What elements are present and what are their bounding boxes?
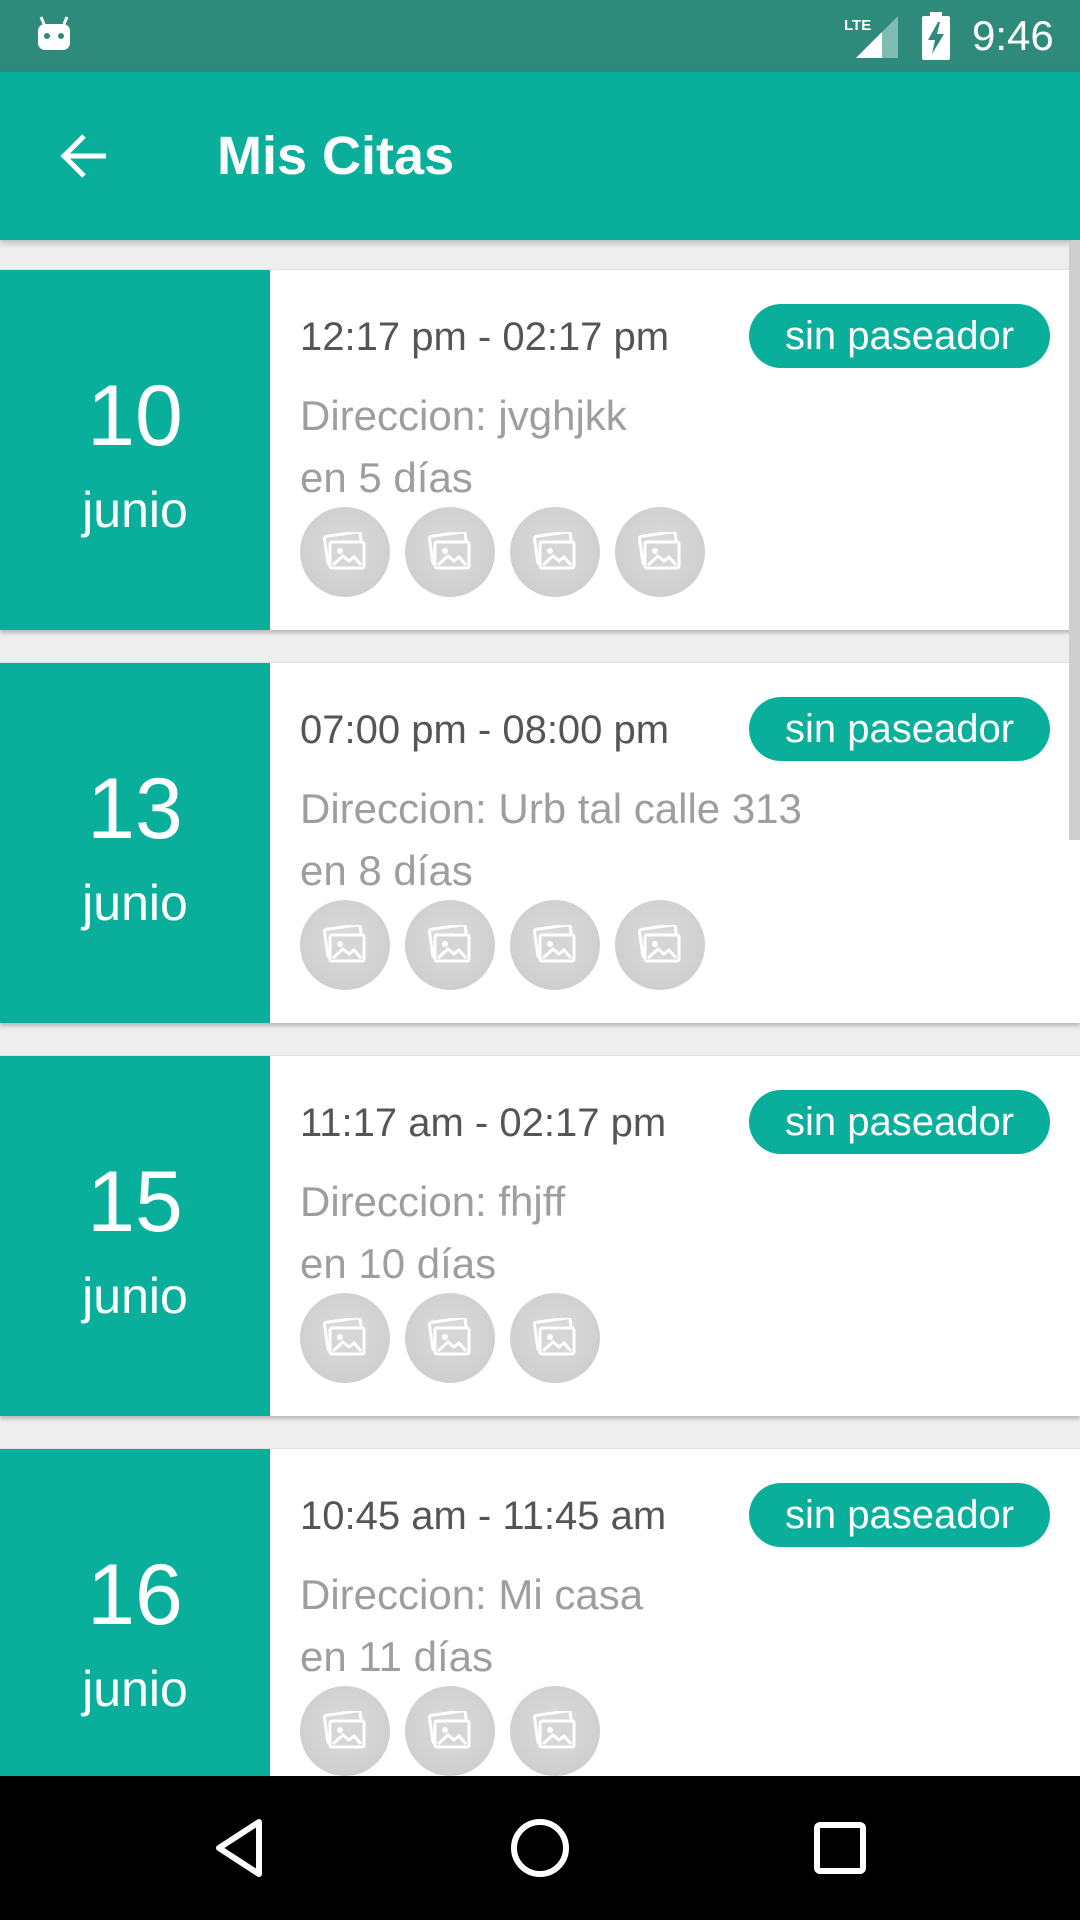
image-placeholder-icon [532,532,576,570]
photo-placeholder[interactable] [300,1686,390,1776]
status-bar: LTE 9:46 [0,0,1080,72]
status-badge[interactable]: sin paseador [749,304,1050,368]
image-placeholder-icon [532,1711,576,1749]
appointment-card[interactable]: 16 junio 10:45 am - 11:45 am sin paseado… [0,1448,1080,1776]
photo-placeholder[interactable] [405,1293,495,1383]
back-triangle-icon[interactable] [205,1812,277,1884]
image-placeholder-icon [532,1318,576,1356]
image-placeholder-icon [427,1711,471,1749]
back-button[interactable] [40,112,128,200]
date-block: 13 junio [0,663,270,1023]
photo-row [300,900,720,990]
home-circle-icon[interactable] [504,1812,576,1884]
photo-placeholder[interactable] [405,507,495,597]
appointment-day: 10 [87,368,183,464]
image-placeholder-icon [637,532,681,570]
status-badge[interactable]: sin paseador [749,1483,1050,1547]
days-remaining: en 10 días [300,1240,497,1287]
appointment-card[interactable]: 13 junio 07:00 pm - 08:00 pm sin paseado… [0,662,1080,1023]
photo-placeholder[interactable] [615,507,705,597]
status-time: 9:46 [972,12,1054,59]
lte-signal-icon: LTE [844,16,898,58]
page-title: Mis Citas [217,126,455,186]
photo-placeholder[interactable] [300,900,390,990]
status-badge[interactable]: sin paseador [749,697,1050,761]
appointment-month: junio [82,1661,188,1717]
appointment-day: 16 [87,1547,183,1643]
appointment-address: Direccion: Mi casa [300,1571,644,1618]
appointment-list[interactable]: 10 junio 12:17 pm - 02:17 pm sin paseado… [0,240,1080,1776]
appointment-time: 10:45 am - 11:45 am [300,1494,667,1538]
image-placeholder-icon [427,925,471,963]
status-badge[interactable]: sin paseador [749,1090,1050,1154]
appointment-month: junio [82,1268,188,1324]
photo-placeholder[interactable] [510,507,600,597]
photo-row [300,1686,615,1776]
appointment-time: 11:17 am - 02:17 pm [300,1101,667,1145]
appointment-day: 15 [87,1154,183,1250]
recents-square-icon[interactable] [804,1812,876,1884]
battery-charging-icon [922,12,950,60]
photo-placeholder[interactable] [405,1686,495,1776]
image-placeholder-icon [427,1318,471,1356]
image-placeholder-icon [532,925,576,963]
appointment-address: Direccion: fhjff [300,1178,566,1225]
appointment-month: junio [82,875,188,931]
days-remaining: en 5 días [300,454,473,501]
android-notification-icon [38,16,70,50]
image-placeholder-icon [322,925,366,963]
photo-placeholder[interactable] [510,1293,600,1383]
image-placeholder-icon [322,532,366,570]
photo-placeholder[interactable] [300,1293,390,1383]
photo-row [300,1293,615,1383]
date-block: 16 junio [0,1449,270,1776]
appointment-card[interactable]: 10 junio 12:17 pm - 02:17 pm sin paseado… [0,269,1080,630]
photo-placeholder[interactable] [405,900,495,990]
appointment-time: 07:00 pm - 08:00 pm [300,708,670,752]
appointment-address: Direccion: Urb tal calle 313 [300,785,802,832]
photo-row [300,507,720,597]
image-placeholder-icon [322,1318,366,1356]
date-block: 15 junio [0,1056,270,1416]
days-remaining: en 11 días [300,1633,494,1680]
image-placeholder-icon [322,1711,366,1749]
arrow-back-icon [60,134,106,178]
appointment-day: 13 [87,761,183,857]
appointment-month: junio [82,482,188,538]
image-placeholder-icon [427,532,471,570]
photo-placeholder[interactable] [510,900,600,990]
photo-placeholder[interactable] [300,507,390,597]
appointment-time: 12:17 pm - 02:17 pm [300,315,670,359]
image-placeholder-icon [637,925,681,963]
photo-placeholder[interactable] [510,1686,600,1776]
appointment-card[interactable]: 15 junio 11:17 am - 02:17 pm sin paseado… [0,1055,1080,1416]
days-remaining: en 8 días [300,847,473,894]
photo-placeholder[interactable] [615,900,705,990]
network-label: LTE [844,17,871,34]
appointment-address: Direccion: jvghjkk [300,392,627,439]
date-block: 10 junio [0,270,270,630]
scrollbar[interactable] [1069,240,1080,840]
system-nav-bar [0,1776,1080,1920]
app-bar: Mis Citas [0,72,1080,240]
